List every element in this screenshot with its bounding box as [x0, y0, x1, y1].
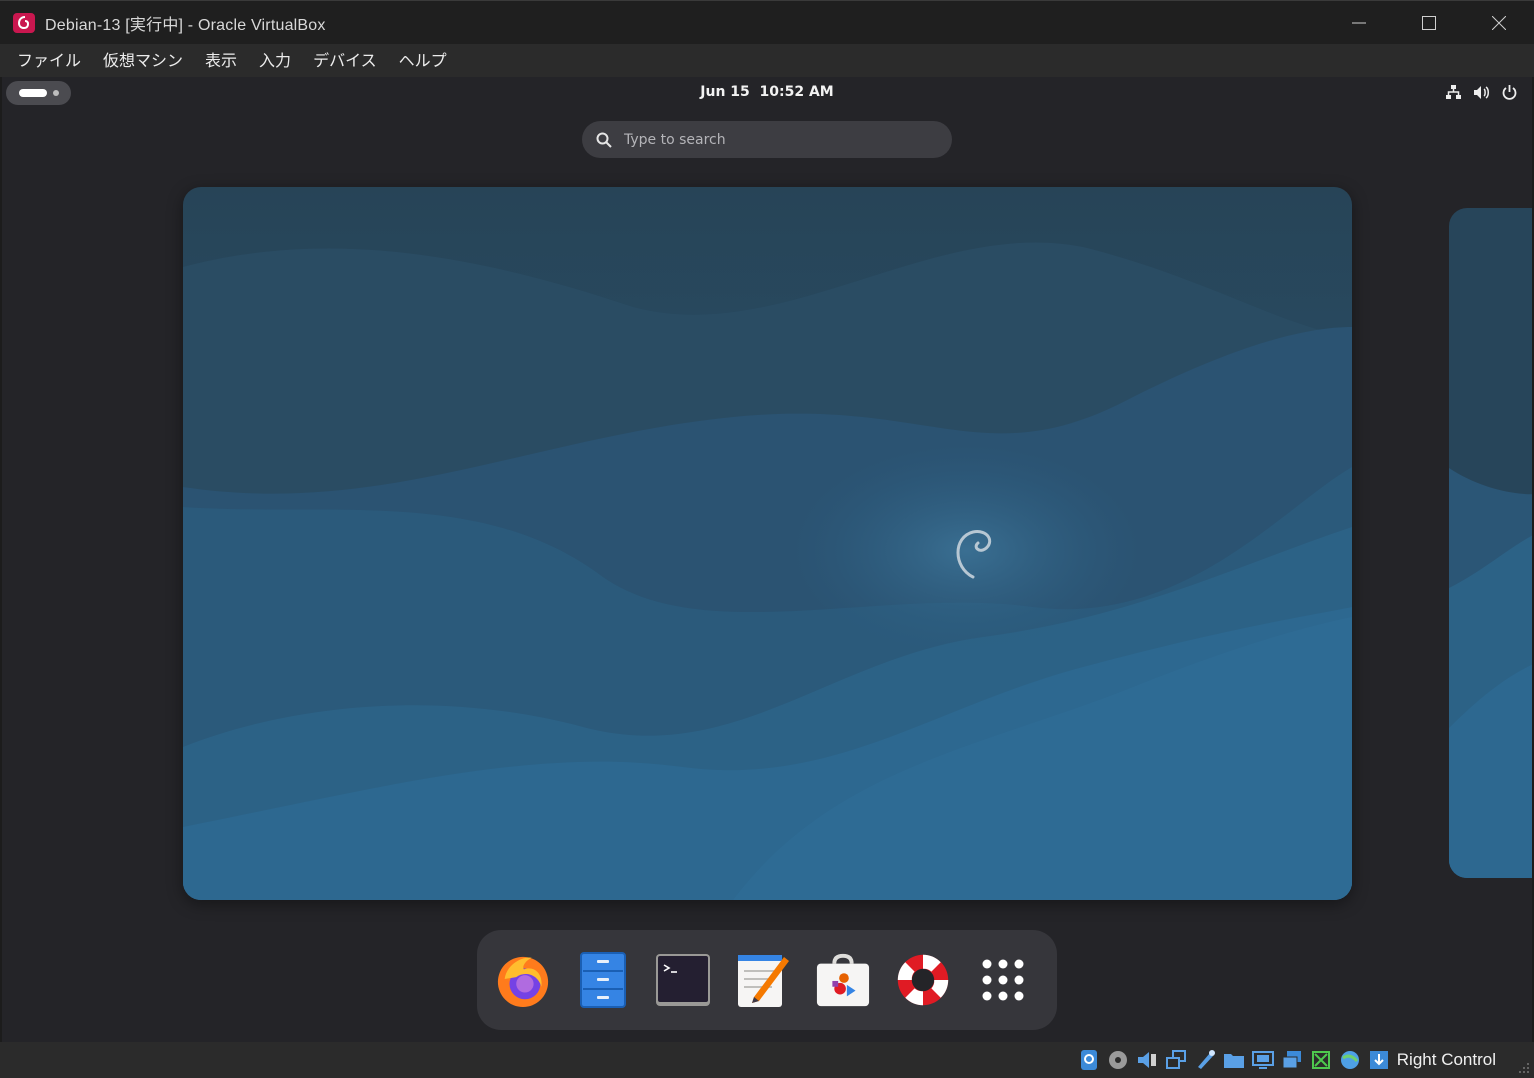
dock-show-apps[interactable]: [975, 952, 1031, 1008]
search-bar[interactable]: [582, 121, 952, 158]
gnome-top-bar: Jun 15 10:52 AM: [2, 77, 1532, 109]
window-title: Debian-13 [実行中] - Oracle VirtualBox: [45, 16, 326, 34]
maximize-icon: [1422, 16, 1436, 30]
clock[interactable]: Jun 15 10:52 AM: [2, 84, 1532, 100]
host-key-label: Right Control: [1396, 1050, 1496, 1069]
guest-screen[interactable]: Jun 15 10:52 AM: [2, 77, 1532, 1042]
close-button[interactable]: [1464, 1, 1534, 45]
network-icon[interactable]: [1445, 84, 1462, 101]
show-apps-icon: [982, 959, 1024, 1001]
wallpaper: [183, 187, 1352, 900]
wallpaper-next: [1449, 208, 1532, 878]
workspace-thumbnail-current[interactable]: [183, 187, 1352, 900]
files-icon: [580, 952, 626, 1008]
video-capture-icon[interactable]: [1280, 1048, 1304, 1072]
close-icon: [1492, 16, 1506, 30]
shared-folders-icon[interactable]: [1222, 1048, 1246, 1072]
dock-terminal[interactable]: [655, 952, 711, 1008]
power-icon[interactable]: [1501, 84, 1518, 101]
firefox-icon: [497, 956, 549, 1008]
system-tray[interactable]: [1445, 84, 1518, 101]
menu-devices[interactable]: デバイス: [302, 44, 388, 77]
software-icon: [816, 953, 870, 1007]
menu-help[interactable]: ヘルプ: [388, 44, 458, 77]
search-icon: [596, 132, 612, 148]
cpu-icon[interactable]: [1338, 1048, 1362, 1072]
optical-drive-icon[interactable]: [1106, 1048, 1130, 1072]
volume-icon[interactable]: [1473, 84, 1490, 101]
dash-dock: [477, 930, 1057, 1030]
menubar: ファイル 仮想マシン 表示 入力 デバイス ヘルプ: [0, 44, 1534, 77]
workspace-thumbnail-next[interactable]: [1449, 208, 1532, 878]
window-titlebar: Debian-13 [実行中] - Oracle VirtualBox: [0, 0, 1534, 44]
menu-file[interactable]: ファイル: [6, 44, 92, 77]
usb-icon[interactable]: [1193, 1048, 1217, 1072]
virtualbox-debian-icon: [13, 12, 35, 33]
dock-help[interactable]: [895, 952, 951, 1008]
search-input[interactable]: [624, 131, 924, 148]
network-adapter-icon[interactable]: [1164, 1048, 1188, 1072]
hard-disk-icon[interactable]: [1077, 1048, 1101, 1072]
guest-additions-icon[interactable]: [1309, 1048, 1333, 1072]
menu-input[interactable]: 入力: [248, 44, 302, 77]
audio-icon[interactable]: [1135, 1048, 1159, 1072]
menu-view[interactable]: 表示: [194, 44, 248, 77]
minimize-icon: [1352, 22, 1366, 24]
dock-firefox[interactable]: [495, 952, 551, 1008]
dock-software[interactable]: [815, 952, 871, 1008]
mouse-integration-icon[interactable]: [1367, 1048, 1391, 1072]
help-icon: [897, 954, 949, 1006]
resize-grip-icon[interactable]: [1516, 1060, 1530, 1074]
terminal-icon: [656, 954, 710, 1006]
display-icon[interactable]: [1251, 1048, 1275, 1072]
minimize-button[interactable]: [1324, 1, 1394, 45]
maximize-button[interactable]: [1394, 1, 1464, 45]
dock-files[interactable]: [575, 952, 631, 1008]
statusbar: Right Control: [0, 1042, 1534, 1078]
dock-text-editor[interactable]: [735, 952, 791, 1008]
text-editor-icon: [738, 955, 789, 1007]
menu-machine[interactable]: 仮想マシン: [92, 44, 194, 77]
